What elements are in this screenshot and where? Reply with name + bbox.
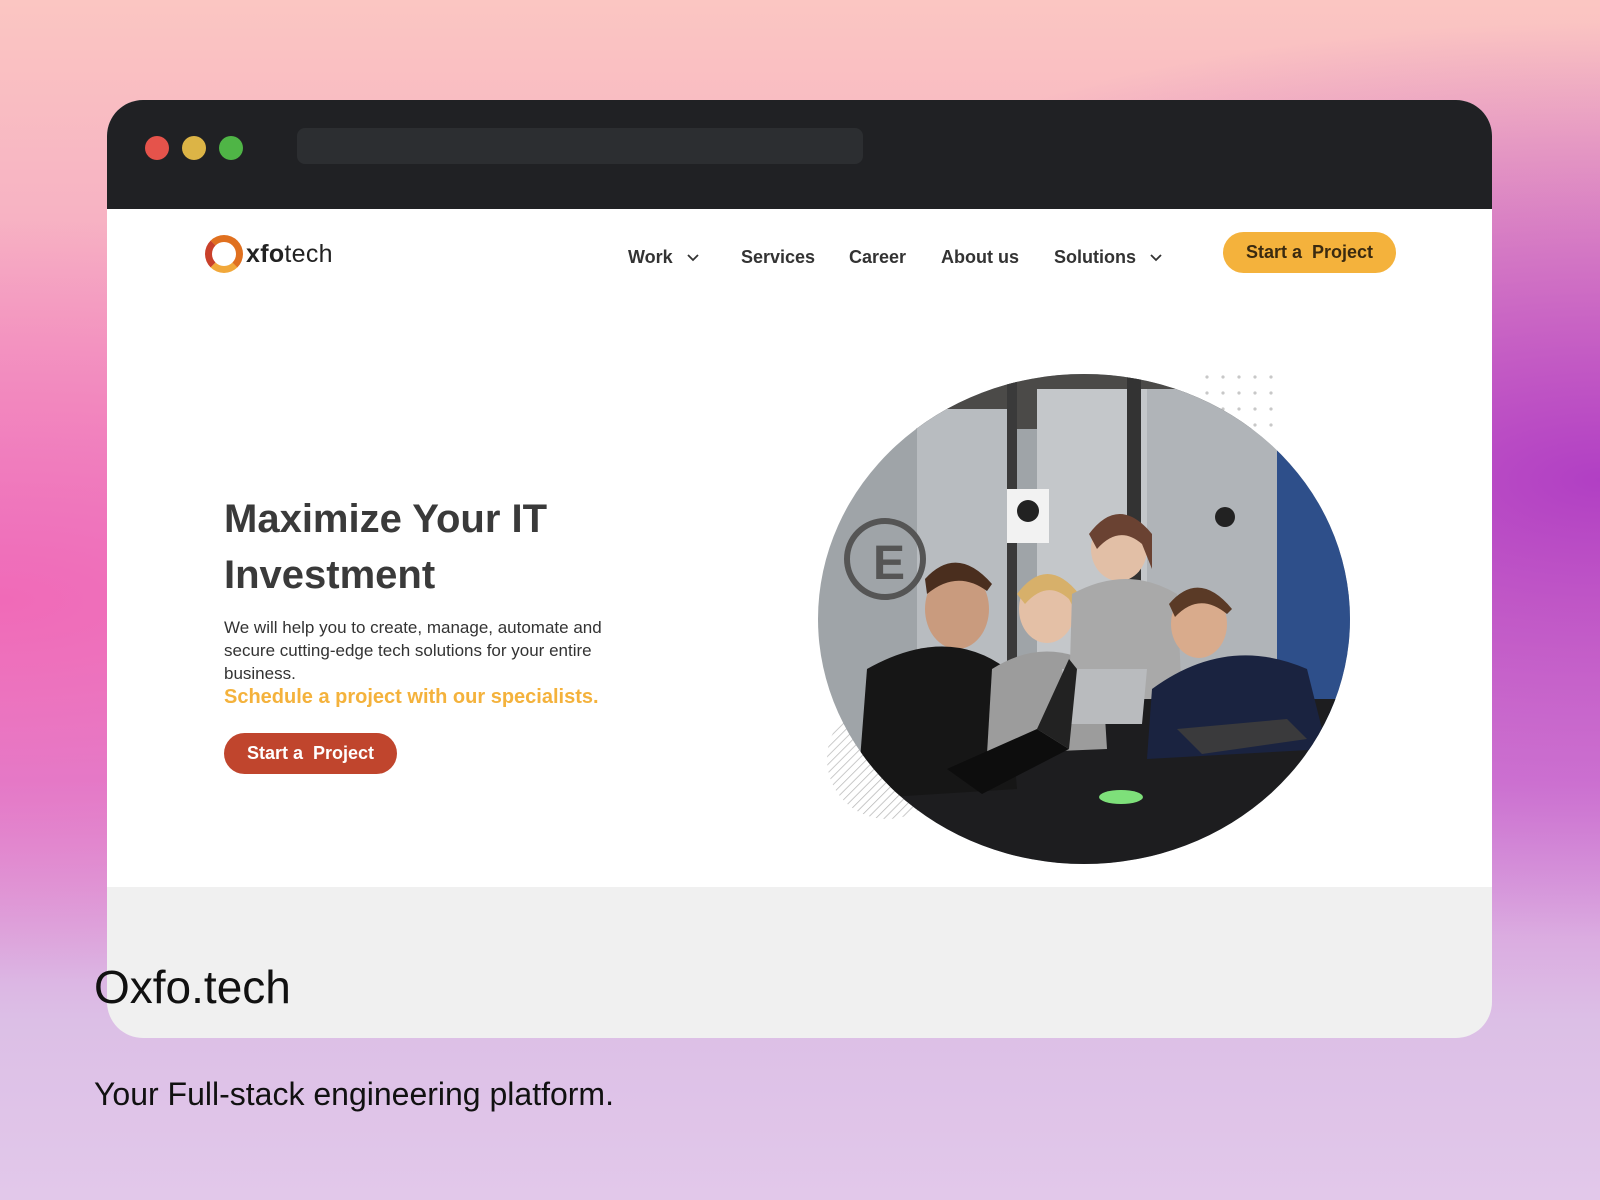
maximize-window-button[interactable]: [219, 136, 243, 160]
nav-item-solutions[interactable]: Solutions: [1054, 239, 1164, 275]
minimize-window-button[interactable]: [182, 136, 206, 160]
browser-chrome: [107, 100, 1492, 209]
chevron-down-icon: [1150, 254, 1162, 262]
nav-item-label: About us: [941, 247, 1019, 267]
hero-highlight: Schedule a project with our specialists.: [224, 686, 599, 708]
address-bar[interactable]: [297, 128, 863, 164]
hero-title: Maximize Your IT Investment: [224, 497, 548, 597]
start-project-nav-button[interactable]: Start a Project: [1223, 232, 1396, 273]
caption-title: Oxfo.tech: [94, 961, 291, 1013]
nav-item-about-us[interactable]: About us: [941, 239, 1019, 275]
hero-team-photo: E: [818, 374, 1350, 864]
caption-subtitle: Your Full-stack engineering platform.: [94, 1076, 614, 1112]
close-window-button[interactable]: [145, 136, 169, 160]
nav-item-work[interactable]: Work: [628, 239, 701, 275]
nav-item-services[interactable]: Services: [741, 239, 815, 275]
svg-text:E: E: [873, 537, 905, 590]
nav-item-label: Career: [849, 247, 907, 267]
website-page: xfotech Work Services Career About us So…: [107, 209, 1492, 887]
nav-item-label: Solutions: [1054, 247, 1136, 267]
hero-description: We will help you to create, manage, auto…: [224, 618, 602, 683]
start-project-hero-button[interactable]: Start a Project: [224, 733, 397, 774]
nav-item-career[interactable]: Career: [849, 239, 906, 275]
chevron-down-icon: [687, 254, 699, 262]
nav-item-label: Work: [628, 247, 673, 267]
nav-item-label: Services: [741, 247, 816, 267]
browser-window: xfotech Work Services Career About us So…: [107, 100, 1492, 1038]
